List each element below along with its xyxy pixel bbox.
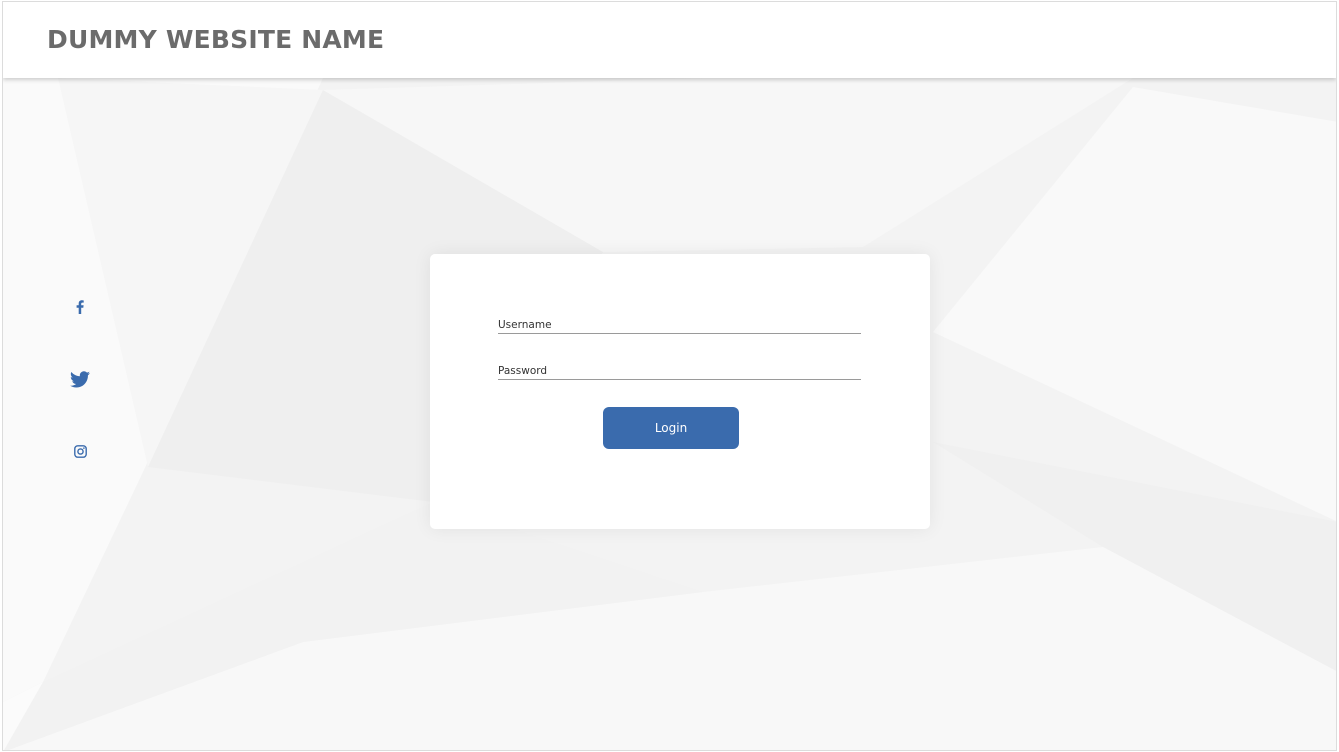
page-frame: DUMMY WEBSITE NAME Login	[2, 1, 1337, 751]
facebook-icon	[76, 300, 84, 314]
password-field[interactable]	[498, 363, 861, 379]
login-card: Login	[430, 254, 930, 529]
login-button[interactable]: Login	[603, 407, 739, 449]
password-field-wrapper	[498, 363, 861, 380]
site-header: DUMMY WEBSITE NAME	[3, 2, 1336, 78]
site-name[interactable]: DUMMY WEBSITE NAME	[47, 25, 384, 54]
username-field-wrapper	[498, 317, 861, 334]
username-field[interactable]	[498, 317, 861, 333]
twitter-link[interactable]	[65, 364, 95, 394]
instagram-link[interactable]	[65, 436, 95, 466]
facebook-link[interactable]	[65, 292, 95, 322]
instagram-icon	[73, 444, 87, 458]
twitter-icon	[70, 370, 90, 387]
